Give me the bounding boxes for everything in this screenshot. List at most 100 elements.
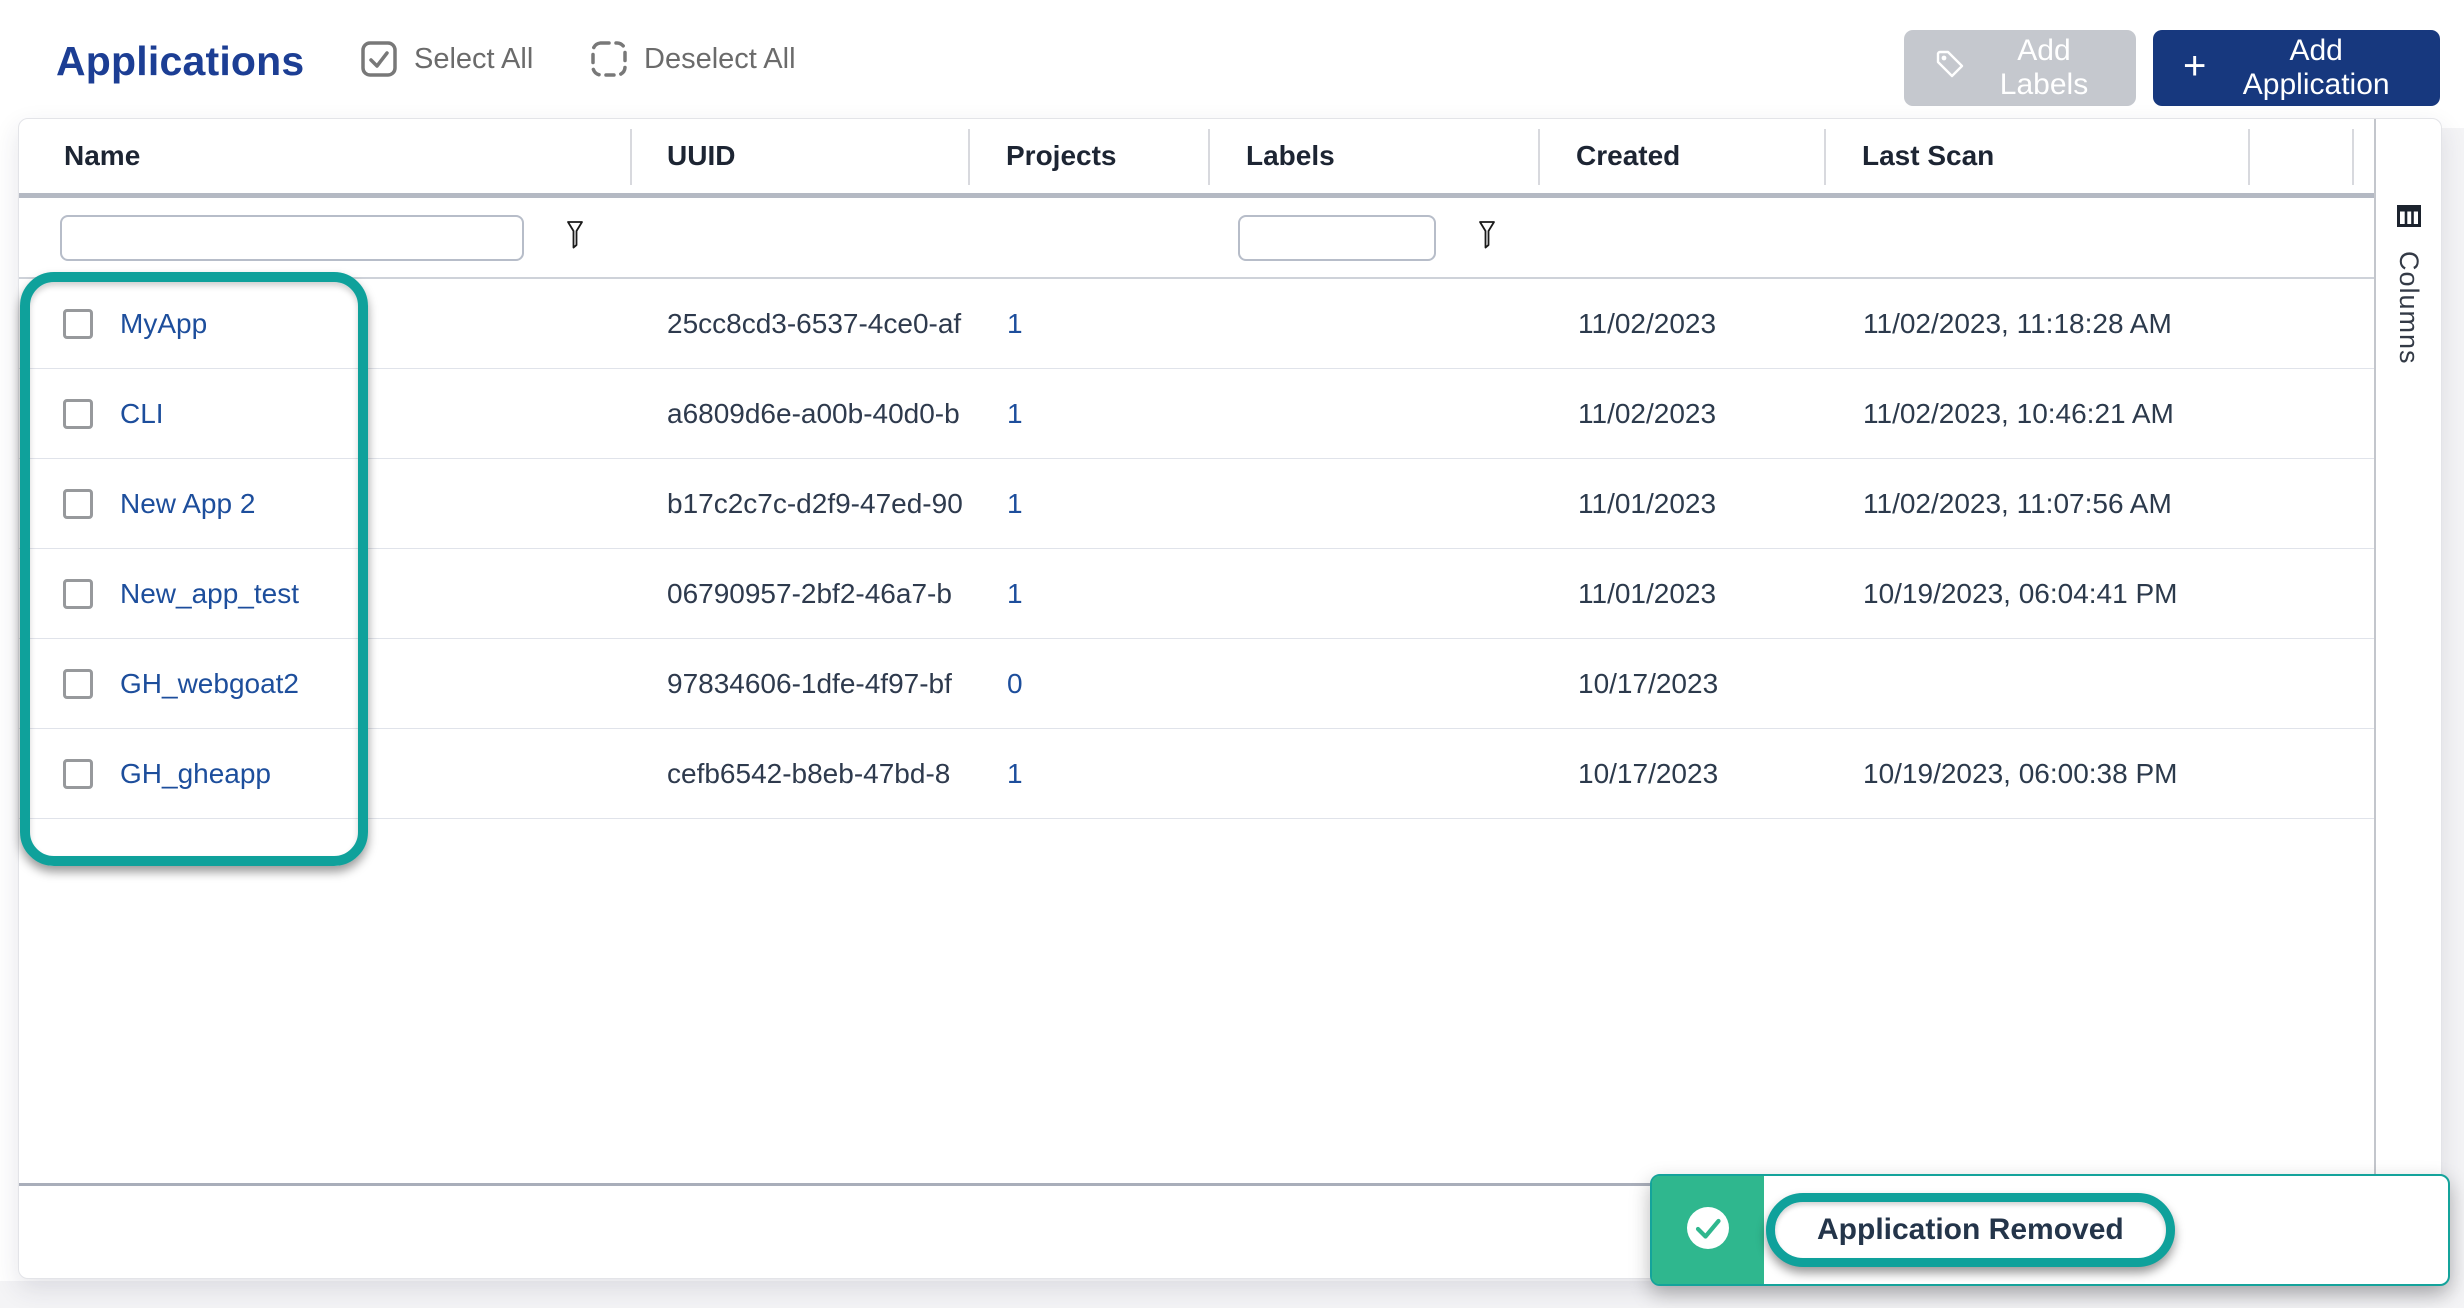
name-cell: New App 2 [19,459,630,548]
name-cell: GH_webgoat2 [19,639,630,728]
toast-success: Application Removed [1650,1174,2450,1286]
app-name-link[interactable]: MyApp [120,308,207,340]
projects-count-link[interactable]: 1 [1007,308,1023,340]
empty-cell [2248,639,2376,728]
projects-cell: 1 [968,729,1208,818]
table-header-row: Name UUID Projects Labels Created Last S… [19,119,2376,193]
labels-filter-input[interactable] [1238,215,1436,261]
last-scan-cell: 10/19/2023, 06:00:38 PM [1824,729,2248,818]
filter-funnel-icon[interactable] [1472,218,1502,257]
select-all-button[interactable]: Select All [360,40,533,78]
table-body: MyApp25cc8cd3-6537-4ce0-af111/02/202311/… [19,279,2376,819]
page-header: Applications Select All Deselect All Add… [0,0,2464,118]
table-row: New App 2b17c2c7c-d2f9-47ed-90111/01/202… [19,459,2376,549]
empty-cell [2248,459,2376,548]
last-scan-cell: 10/19/2023, 06:04:41 PM [1824,549,2248,638]
labels-filter-cell [1208,215,1538,261]
app-name-link[interactable]: New_app_test [120,578,299,610]
labels-cell [1208,729,1538,818]
name-filter-cell [19,215,630,261]
checkbox-dashed-icon [590,40,628,78]
projects-count-link[interactable]: 1 [1007,488,1023,520]
projects-cell: 1 [968,459,1208,548]
empty-cell [2248,729,2376,818]
app-name-link[interactable]: New App 2 [120,488,255,520]
row-checkbox[interactable] [63,579,93,609]
created-cell: 10/17/2023 [1538,729,1824,818]
add-application-label: Add Application [2222,34,2410,102]
annotation-highlight-toast-message: Application Removed [1766,1193,2175,1267]
filter-funnel-icon[interactable] [560,218,590,257]
uuid-cell: cefb6542-b8eb-47bd-8 [630,729,968,818]
checkbox-checked-icon [360,40,398,78]
last-scan-cell [1824,639,2248,728]
app-name-link[interactable]: CLI [120,398,164,430]
uuid-cell: 25cc8cd3-6537-4ce0-af [630,279,968,368]
table-row: MyApp 25cc8cd3-6537-4ce0-af 1 11/02/202311/… [19,279,2376,369]
select-all-label: Select All [414,43,533,76]
columns-panel-toggle[interactable]: Columns [2374,119,2441,1278]
filter-row [19,198,2376,279]
table-row: New_app_test 06790957-2bf2-46a7-b 1 11/01/2… [19,549,2376,639]
column-header-labels[interactable]: Labels [1208,119,1538,193]
column-header-empty [2248,119,2376,193]
toast-body: Application Removed [1764,1176,2448,1284]
columns-panel-label: Columns [2393,251,2424,365]
table-zone: Name UUID Projects Labels Created Last S… [19,119,2376,1278]
column-header-uuid[interactable]: UUID [630,119,968,193]
deselect-all-button[interactable]: Deselect All [590,40,796,78]
row-checkbox[interactable] [63,669,93,699]
name-cell: CLI [19,369,630,458]
app-name-link[interactable]: GH_gheapp [120,758,271,790]
empty-cell [2248,279,2376,368]
projects-count-link[interactable]: 1 [1007,578,1023,610]
column-header-projects[interactable]: Projects [968,119,1208,193]
last-scan-cell: 11/02/2023, 11:07:56 AM [1824,459,2248,548]
column-header-created[interactable]: Created [1538,119,1824,193]
labels-cell [1208,639,1538,728]
row-checkbox[interactable] [63,489,93,519]
app-name-link[interactable]: GH_webgoat2 [120,668,299,700]
projects-cell: 0 [968,639,1208,728]
plus-icon: + [2183,46,2206,86]
name-cell: MyApp [19,279,630,368]
created-cell: 11/01/2023 [1538,549,1824,638]
applications-table-card: Name UUID Projects Labels Created Last S… [18,118,2442,1279]
table-row: CLIa6809d6e-a00b-40d0-b111/02/202311/02/… [19,369,2376,459]
last-scan-cell: 11/02/2023, 10:46:21 AM [1824,369,2248,458]
projects-count-link[interactable]: 0 [1007,668,1023,700]
last-scan-cell: 11/02/2023, 11:18:28 AM [1824,279,2248,368]
row-checkbox[interactable] [63,759,93,789]
projects-cell: 1 [968,279,1208,368]
empty-cell [2248,369,2376,458]
page-title: Applications [56,38,304,85]
name-filter-input[interactable] [60,215,524,261]
uuid-cell: 97834606-1dfe-4f97-bf [630,639,968,728]
toast-message: Application Removed [1817,1213,2124,1247]
deselect-all-label: Deselect All [644,43,796,76]
uuid-cell: 06790957-2bf2-46a7-b [630,549,968,638]
labels-cell [1208,459,1538,548]
row-checkbox[interactable] [63,399,93,429]
add-labels-button[interactable]: Add Labels [1904,30,2136,106]
created-cell: 11/02/2023 [1538,279,1824,368]
row-checkbox[interactable] [63,309,93,339]
created-cell: 11/02/2023 [1538,369,1824,458]
labels-cell [1208,279,1538,368]
projects-count-link[interactable]: 1 [1007,398,1023,430]
column-header-name[interactable]: Name [19,119,630,193]
column-header-last-scan[interactable]: Last Scan [1824,119,2248,193]
success-check-icon [1685,1205,1731,1256]
columns-grid-icon [2397,119,2421,227]
empty-cell [2248,549,2376,638]
page-background-right [2442,128,2464,1308]
name-cell: GH_gheapp [19,729,630,818]
created-cell: 11/01/2023 [1538,459,1824,548]
name-cell: New_app_test [19,549,630,638]
created-cell: 10/17/2023 [1538,639,1824,728]
tag-icon [1934,48,1966,88]
add-application-button[interactable]: + Add Application [2153,30,2440,106]
column-separator [2352,129,2354,185]
add-labels-label: Add Labels [1982,34,2106,102]
projects-count-link[interactable]: 1 [1007,758,1023,790]
